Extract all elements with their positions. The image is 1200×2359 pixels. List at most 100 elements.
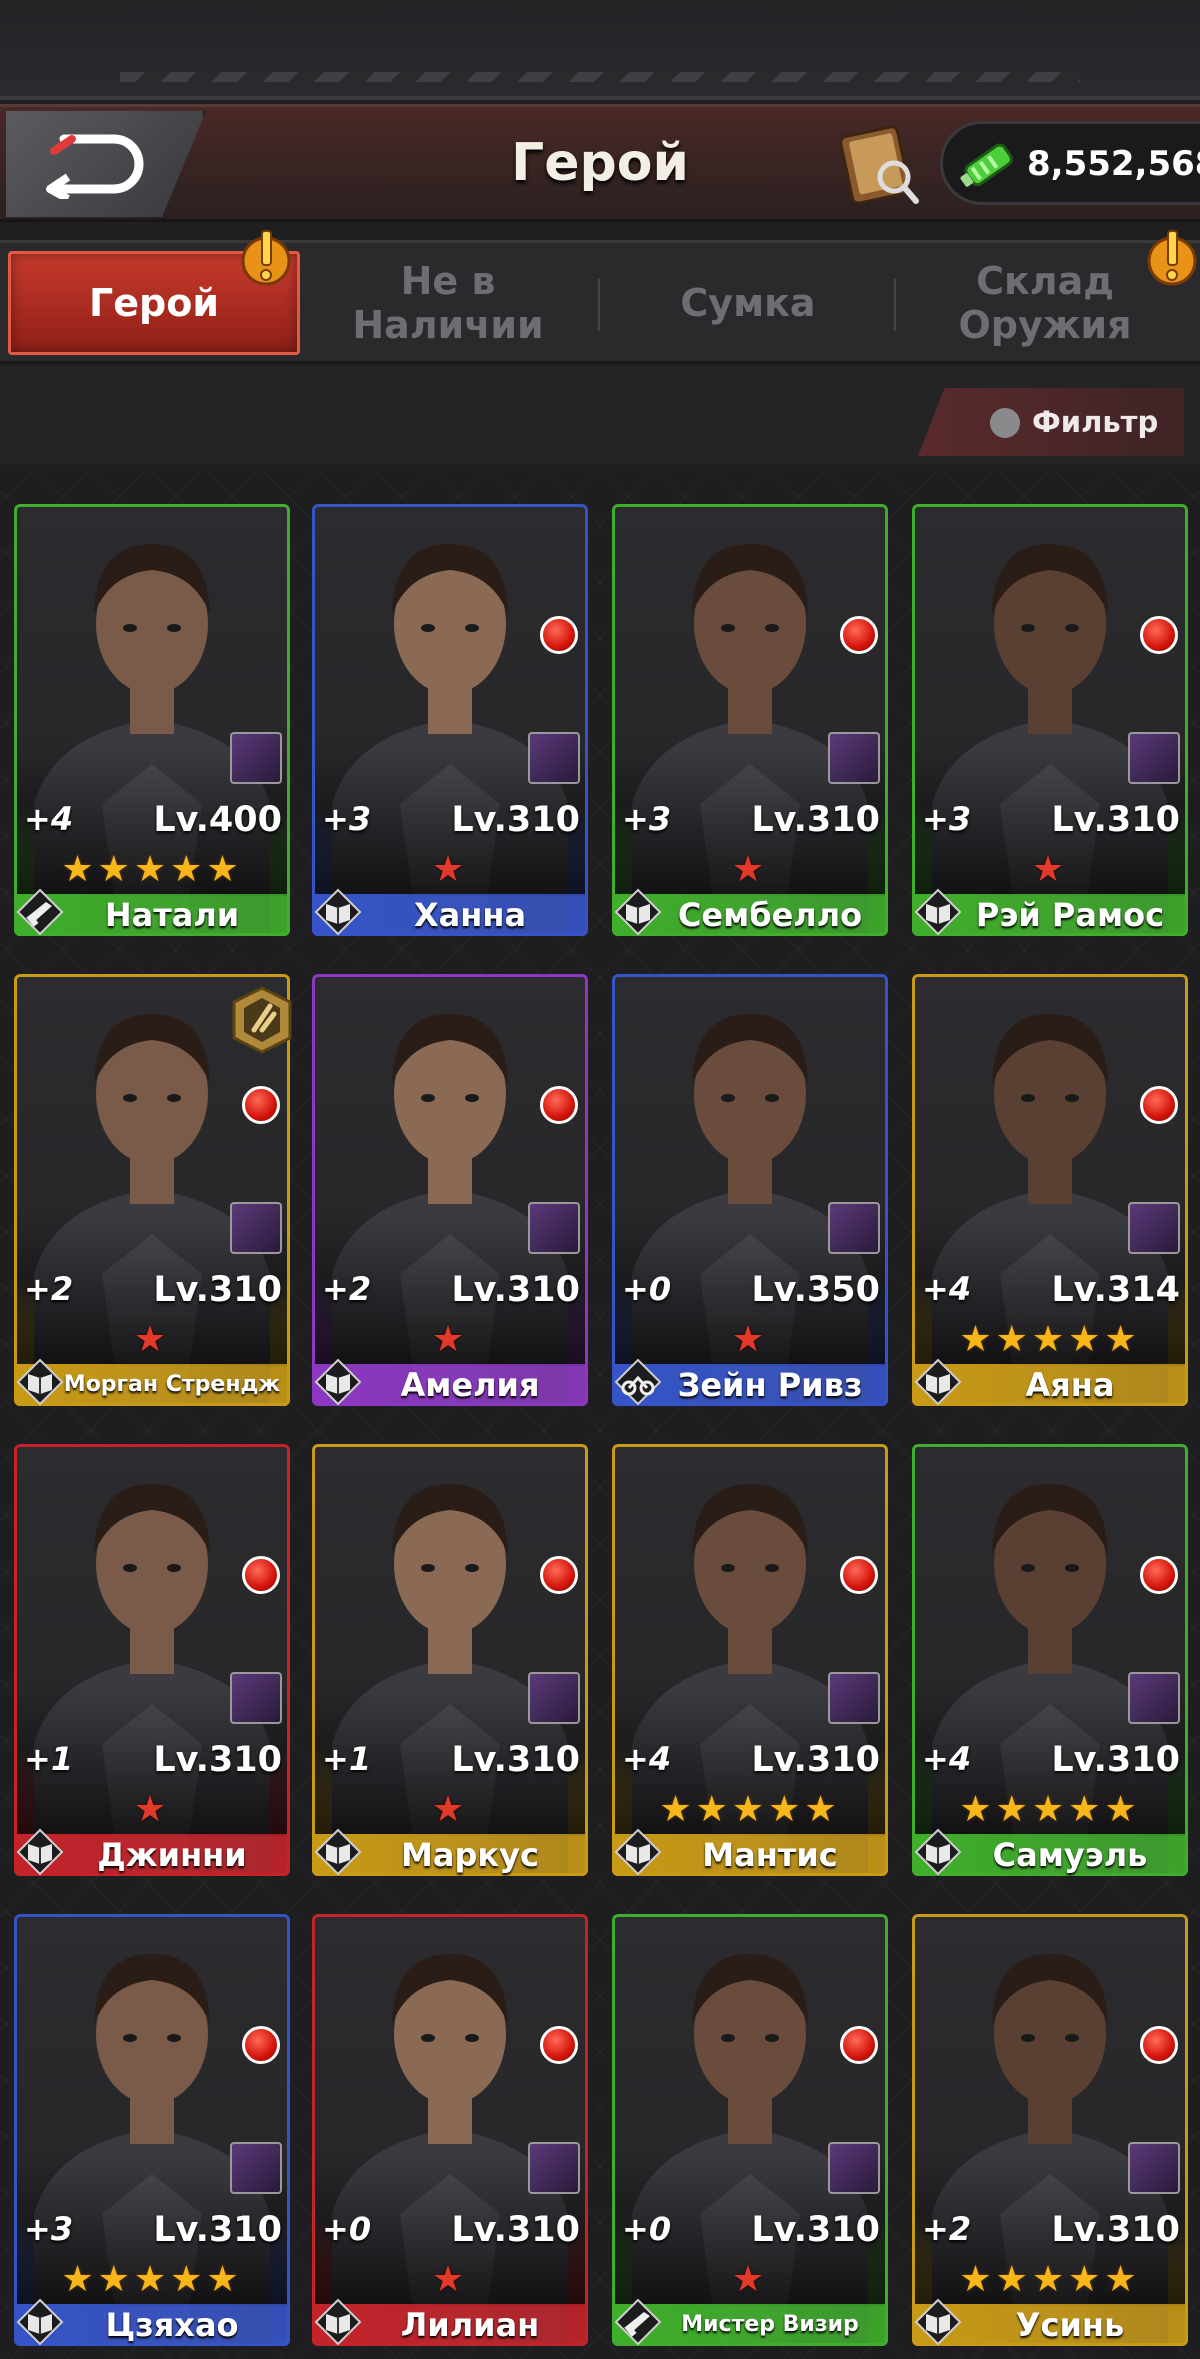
hero-name: Лилиан [400, 2306, 540, 2344]
filter-button[interactable]: Фильтр [918, 388, 1184, 456]
hero-level: Lv.310 [1051, 800, 1180, 840]
hero-plus-level: +3 [922, 800, 972, 838]
tab-not-owned[interactable]: Не в Наличии [302, 251, 594, 355]
hero-name: Мистер Визир [681, 2312, 859, 2337]
hero-card[interactable]: +4 Lv.400 ★★★★★ Натали [14, 504, 290, 936]
book-icon [614, 888, 662, 936]
tab-bar: Герой Не в Наличии Сумка Склад Оружия [0, 230, 1200, 364]
hero-card[interactable]: +4 Lv.314 ★★★★★ Аяна [912, 974, 1188, 1406]
launcher-icon [1128, 1672, 1180, 1724]
hero-plus-level: +2 [922, 2210, 972, 2248]
alert-dot-icon [840, 1556, 878, 1594]
hero-card[interactable]: +2 Lv.310 ★★★★★ Усинь [912, 1914, 1188, 2346]
alert-dot-icon [540, 1556, 578, 1594]
hero-screen: Герой 8,552,568 Герой Не в Наличии Сумка… [0, 0, 1200, 2359]
shotgun-icon [528, 732, 580, 784]
hero-plus-level: +0 [622, 2210, 672, 2248]
laptop-icon [528, 2142, 580, 2194]
headphones-icon [1128, 732, 1180, 784]
alert-dot-icon [840, 616, 878, 654]
grenade-icon [528, 1672, 580, 1724]
laptop-icon [828, 2142, 880, 2194]
hero-level: Lv.310 [751, 1740, 880, 1780]
hero-card[interactable]: +2 Lv.310 ★ Амелия [312, 974, 588, 1406]
hero-plus-level: +3 [622, 800, 672, 838]
hero-stars: ★★★★★ [659, 1789, 841, 1830]
alert-dot-icon [840, 2026, 878, 2064]
hero-card[interactable]: +3 Lv.310 ★ Ханна [312, 504, 588, 936]
currency-amount: 8,552,568 [1027, 144, 1200, 184]
hero-level: Lv.310 [153, 1740, 282, 1780]
hero-name: Самуэль [992, 1836, 1148, 1874]
hero-card[interactable]: +0 Lv.310 ★ Лилиан [312, 1914, 588, 2346]
book-icon [16, 1828, 64, 1876]
hero-plus-level: +1 [322, 1740, 372, 1778]
check-icon [990, 408, 1020, 438]
hero-card[interactable]: +3 Lv.310 ★★★★★ Цзяхао [14, 1914, 290, 2346]
alert-exclamation-icon [241, 230, 291, 286]
tab-divider [598, 279, 600, 331]
hero-stars: ★ [1031, 849, 1069, 890]
hero-card[interactable]: +4 Lv.310 ★★★★★ Самуэль [912, 1444, 1188, 1876]
laptop-icon [230, 732, 282, 784]
hero-name: Ханна [413, 896, 527, 934]
hero-card[interactable]: +0 Lv.310 ★ Мистер Визир [612, 1914, 888, 2346]
hero-level: Lv.310 [451, 2210, 580, 2250]
hero-plus-level: +3 [322, 800, 372, 838]
hero-name: Цзяхао [105, 2306, 239, 2344]
tab-bag[interactable]: Сумка [602, 251, 894, 355]
hero-name: Амелия [400, 1366, 540, 1404]
hero-stars: ★ [431, 1789, 469, 1830]
hero-name: Маркус [401, 1836, 539, 1874]
hero-name: Джинни [97, 1836, 247, 1874]
hero-stars: ★ [731, 849, 769, 890]
motorcycle-icon [614, 1358, 662, 1406]
hero-stars: ★★★★★ [61, 2259, 243, 2300]
hero-level: Lv.400 [153, 800, 282, 840]
rifle-icon [16, 888, 64, 936]
hero-stars: ★ [431, 849, 469, 890]
hero-plus-level: +4 [24, 800, 74, 838]
backpack-icon [528, 1202, 580, 1254]
hero-level: Lv.310 [153, 2210, 282, 2250]
book-icon [914, 2298, 962, 2346]
hero-stars: ★ [731, 2259, 769, 2300]
hero-plus-level: +2 [322, 1270, 372, 1308]
axe-icon [230, 2142, 282, 2194]
book-icon [314, 888, 362, 936]
hero-level: Lv.310 [751, 800, 880, 840]
book-icon [914, 1358, 962, 1406]
hazard-stripe [120, 72, 1080, 82]
book-icon [314, 1828, 362, 1876]
hero-card[interactable]: +4 Lv.310 ★★★★★ Мантис [612, 1444, 888, 1876]
hero-plus-level: +0 [322, 2210, 372, 2248]
hero-card[interactable]: +3 Lv.310 ★ Рэй Рамос [912, 504, 1188, 936]
alert-dot-icon [1140, 2026, 1178, 2064]
hero-name: Морган Стрендж [63, 1372, 281, 1397]
hero-stars: ★ [133, 1789, 171, 1830]
hero-level: Lv.350 [751, 1270, 880, 1310]
hero-card[interactable]: +0 Lv.350 ★ Зейн Ривз [612, 974, 888, 1406]
back-button[interactable] [6, 111, 206, 217]
knife-icon [828, 732, 880, 784]
hero-plus-level: +4 [622, 1740, 672, 1778]
hero-name: Мантис [702, 1836, 838, 1874]
header-bar: Герой 8,552,568 [0, 104, 1200, 222]
alert-dot-icon [540, 1086, 578, 1124]
hero-card[interactable]: +1 Lv.310 ★ Маркус [312, 1444, 588, 1876]
hero-stars: ★★★★★ [959, 1789, 1141, 1830]
rifle-gear-icon [230, 1202, 282, 1254]
currency-display[interactable]: 8,552,568 [940, 121, 1200, 205]
hero-card[interactable]: +3 Lv.310 ★ Сембелло [612, 504, 888, 936]
alert-dot-icon [242, 1086, 280, 1124]
hero-plus-level: +0 [622, 1270, 672, 1308]
hero-plus-level: +4 [922, 1270, 972, 1308]
hero-name: Сембелло [677, 896, 863, 934]
alert-dot-icon [1140, 616, 1178, 654]
codex-book-icon[interactable] [838, 121, 922, 207]
hero-stars: ★ [133, 1319, 171, 1360]
book-icon [614, 1828, 662, 1876]
hero-card[interactable]: +1 Lv.310 ★ Джинни [14, 1444, 290, 1876]
top-decoration [0, 0, 1200, 100]
hero-stars: ★★★★★ [959, 2259, 1141, 2300]
